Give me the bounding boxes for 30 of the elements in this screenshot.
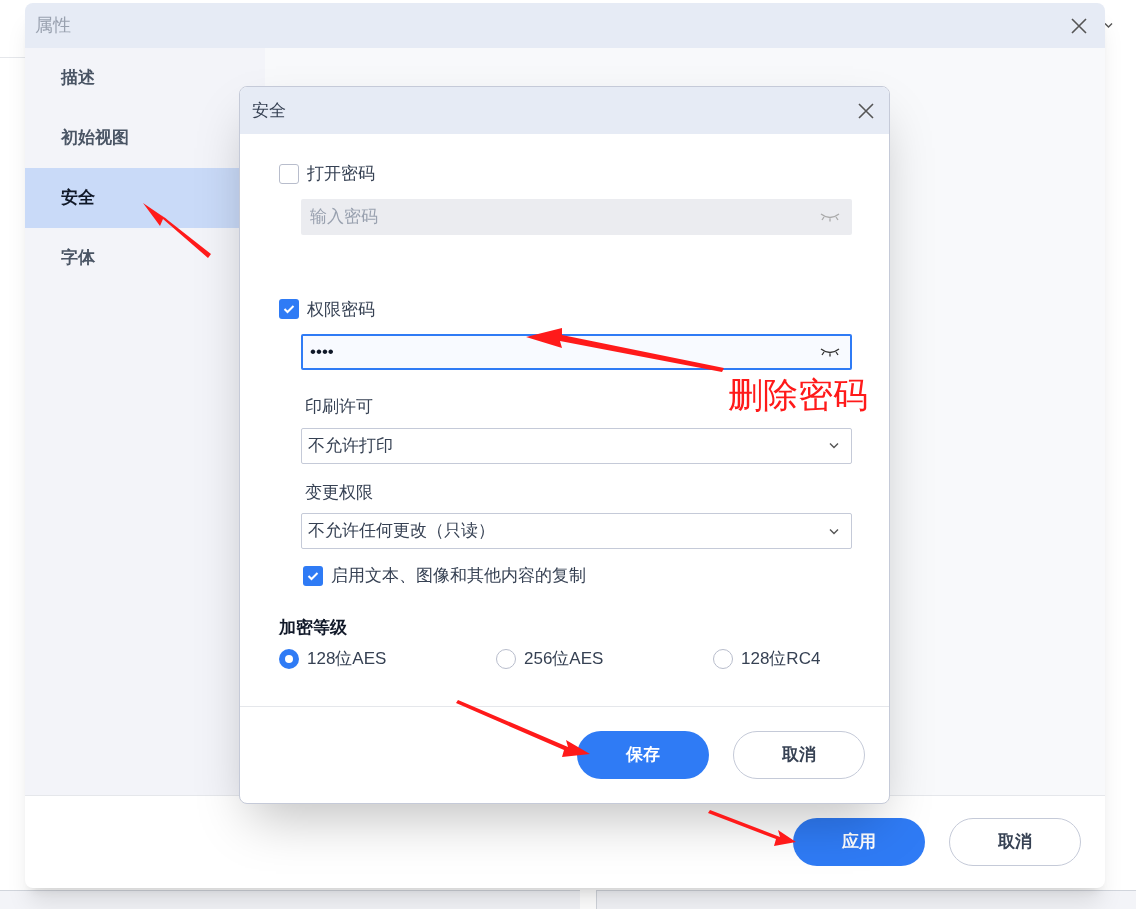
primary-button[interactable]: 保存 <box>577 731 709 779</box>
annotation-text: 删除密码 <box>728 374 868 416</box>
radio-button[interactable] <box>279 648 299 669</box>
dropdown[interactable]: 不允许任何更改（只读） <box>301 513 852 549</box>
field-label: 变更权限 <box>305 481 373 504</box>
radio-option[interactable]: 128位AES <box>279 646 496 672</box>
window-title: 属性 <box>35 14 71 37</box>
eye-closed-icon[interactable] <box>820 347 840 357</box>
cancel-button[interactable]: 取消 <box>733 731 865 779</box>
radio-option[interactable]: 256位AES <box>496 646 713 672</box>
cancel-button[interactable]: 取消 <box>949 818 1081 866</box>
check-icon <box>283 304 295 315</box>
close-icon[interactable] <box>1070 16 1088 35</box>
checkbox[interactable] <box>303 565 323 586</box>
radio-option[interactable]: 128位RC4 <box>713 646 821 672</box>
dropdown[interactable]: 不允许打印 <box>301 427 852 464</box>
checkbox-label: 权限密码 <box>307 298 375 321</box>
checkbox-label: 打开密码 <box>307 163 375 185</box>
close-icon[interactable] <box>857 101 875 120</box>
checkbox-label: 启用文本、图像和其他内容的复制 <box>331 565 586 587</box>
field-label: 印刷许可 <box>305 396 373 418</box>
checkbox[interactable] <box>279 299 299 320</box>
password-field[interactable]: •••• <box>301 334 852 370</box>
dialog-title: 安全 <box>252 99 286 122</box>
chevron-down-icon[interactable] <box>829 527 839 535</box>
chevron-down-icon[interactable] <box>1104 22 1113 29</box>
chevron-down-icon[interactable] <box>829 442 839 449</box>
check-icon <box>307 570 319 581</box>
primary-button[interactable]: 应用 <box>793 818 925 866</box>
section-label: 加密等级 <box>279 616 347 639</box>
